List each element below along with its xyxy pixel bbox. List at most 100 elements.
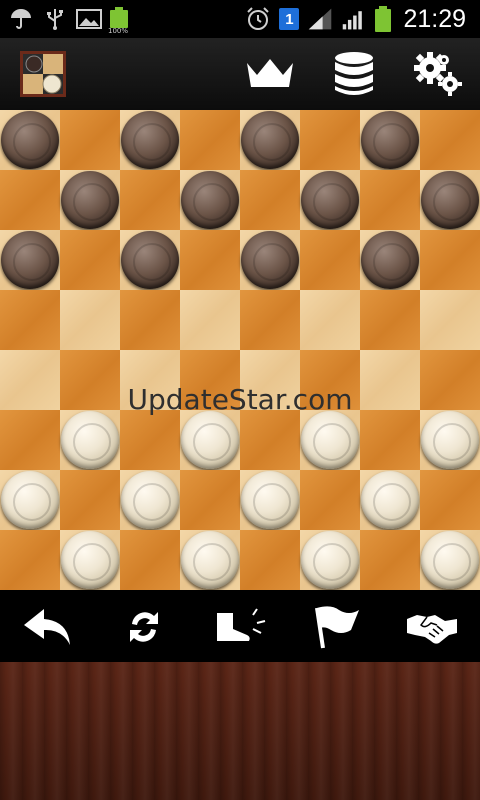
board-square[interactable]: [360, 530, 420, 590]
board-square[interactable]: [240, 230, 300, 290]
board-square[interactable]: [360, 470, 420, 530]
board-square[interactable]: [180, 230, 240, 290]
light-checker-piece[interactable]: [61, 531, 119, 589]
board-square[interactable]: [120, 170, 180, 230]
light-checker-piece[interactable]: [61, 411, 119, 469]
dark-checker-piece[interactable]: [361, 231, 419, 289]
board-square[interactable]: [60, 170, 120, 230]
crown-button[interactable]: [245, 50, 295, 98]
database-button[interactable]: [329, 50, 379, 98]
flag-icon: [315, 606, 359, 649]
board-square[interactable]: [60, 470, 120, 530]
dark-checker-piece[interactable]: [301, 171, 359, 229]
kick-button[interactable]: [212, 604, 268, 650]
board-square[interactable]: [300, 530, 360, 590]
light-checker-piece[interactable]: [421, 411, 479, 469]
board-square[interactable]: [120, 230, 180, 290]
board-square[interactable]: [120, 110, 180, 170]
board-square[interactable]: [180, 410, 240, 470]
board-square[interactable]: [60, 110, 120, 170]
board-square[interactable]: [300, 170, 360, 230]
board-square[interactable]: [60, 410, 120, 470]
dark-checker-piece[interactable]: [1, 111, 59, 169]
board-square[interactable]: [360, 350, 420, 410]
board-square[interactable]: [420, 290, 480, 350]
board-square[interactable]: [0, 110, 60, 170]
board-square[interactable]: [300, 290, 360, 350]
board-square[interactable]: [180, 470, 240, 530]
checkers-app-icon[interactable]: [20, 51, 66, 97]
board-square[interactable]: [420, 470, 480, 530]
board-square[interactable]: [60, 230, 120, 290]
dark-checker-piece[interactable]: [121, 231, 179, 289]
board-square[interactable]: [0, 530, 60, 590]
board-square[interactable]: [240, 350, 300, 410]
board-square[interactable]: [420, 170, 480, 230]
light-checker-piece[interactable]: [301, 531, 359, 589]
dark-checker-piece[interactable]: [61, 171, 119, 229]
board-square[interactable]: [420, 230, 480, 290]
dark-checker-piece[interactable]: [121, 111, 179, 169]
board-square[interactable]: [60, 290, 120, 350]
light-checker-piece[interactable]: [361, 471, 419, 529]
dark-checker-piece[interactable]: [241, 111, 299, 169]
board-square[interactable]: [240, 170, 300, 230]
board-square[interactable]: [60, 530, 120, 590]
board-square[interactable]: [360, 230, 420, 290]
board-square[interactable]: [300, 470, 360, 530]
board-square[interactable]: [300, 110, 360, 170]
board-square[interactable]: [0, 230, 60, 290]
board-square[interactable]: [120, 470, 180, 530]
light-checker-piece[interactable]: [241, 471, 299, 529]
board-square[interactable]: [120, 290, 180, 350]
dark-checker-piece[interactable]: [1, 231, 59, 289]
board-square[interactable]: [180, 170, 240, 230]
board-square[interactable]: [420, 110, 480, 170]
board-square[interactable]: [240, 290, 300, 350]
status-bar: 100% 1 21:29: [0, 0, 480, 38]
offer-draw-button[interactable]: [404, 604, 460, 650]
light-checker-piece[interactable]: [181, 411, 239, 469]
light-checker-piece[interactable]: [1, 471, 59, 529]
board-square[interactable]: [180, 350, 240, 410]
light-checker-piece[interactable]: [121, 471, 179, 529]
board-square[interactable]: [240, 410, 300, 470]
board-square[interactable]: [60, 350, 120, 410]
rotate-board-button[interactable]: [116, 604, 172, 650]
dark-checker-piece[interactable]: [181, 171, 239, 229]
board-square[interactable]: [240, 110, 300, 170]
board-square[interactable]: [360, 110, 420, 170]
light-checker-piece[interactable]: [301, 411, 359, 469]
light-checker-piece[interactable]: [421, 531, 479, 589]
board-square[interactable]: [300, 230, 360, 290]
dark-checker-piece[interactable]: [421, 171, 479, 229]
board-square[interactable]: [0, 350, 60, 410]
board-square[interactable]: [180, 290, 240, 350]
board-square[interactable]: [120, 350, 180, 410]
board-square[interactable]: [420, 350, 480, 410]
board-square[interactable]: [180, 110, 240, 170]
board-square[interactable]: [240, 470, 300, 530]
board-square[interactable]: [0, 470, 60, 530]
board-square[interactable]: [360, 170, 420, 230]
board-square[interactable]: [0, 170, 60, 230]
settings-button[interactable]: [412, 50, 462, 98]
board-square[interactable]: [300, 410, 360, 470]
board-square[interactable]: [180, 530, 240, 590]
light-checker-piece[interactable]: [181, 531, 239, 589]
surrender-button[interactable]: [308, 604, 364, 650]
undo-button[interactable]: [20, 604, 76, 650]
board-square[interactable]: [0, 410, 60, 470]
dark-checker-piece[interactable]: [361, 111, 419, 169]
dark-checker-piece[interactable]: [241, 231, 299, 289]
board-square[interactable]: [360, 290, 420, 350]
board-square[interactable]: [360, 410, 420, 470]
board-square[interactable]: [120, 530, 180, 590]
board-square[interactable]: [240, 530, 300, 590]
board-square[interactable]: [420, 530, 480, 590]
checkers-board[interactable]: [0, 110, 480, 590]
board-square[interactable]: [120, 410, 180, 470]
board-square[interactable]: [0, 290, 60, 350]
board-square[interactable]: [420, 410, 480, 470]
board-square[interactable]: [300, 350, 360, 410]
